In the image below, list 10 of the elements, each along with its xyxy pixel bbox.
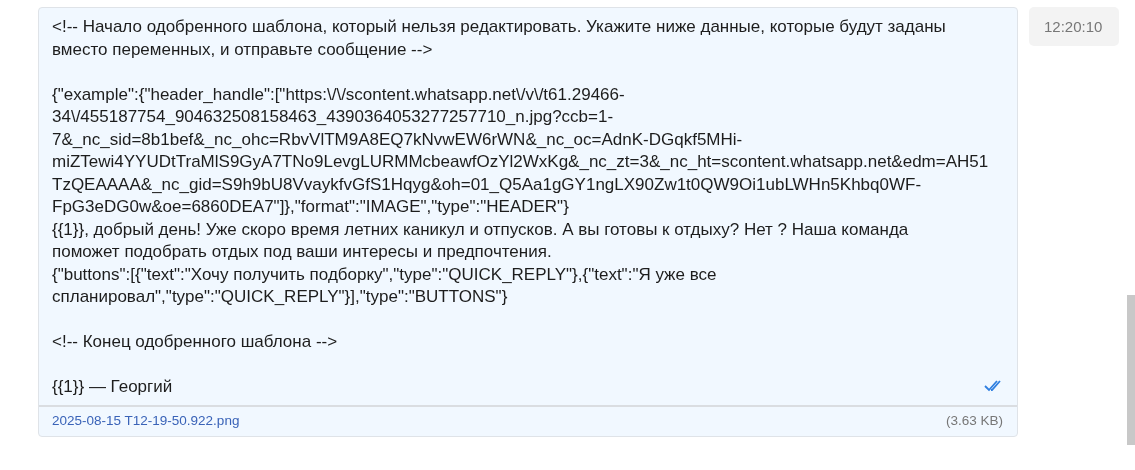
file-size: (3.63 KB): [945, 412, 1003, 428]
message-text: <!-- Конец одобренного шаблона -->: [52, 331, 339, 353]
message-text: {"example":{"header_handle":["https:\/\/scontent.whatsapp.net\/v\/t61.29466- 34\/455187754_904632508158463_4390364053277257710_n.jpg?ccb=1- 7&_nc_sid=8b1bef&_nc_ohc=RbvVlTM9A8EQ7kNvwEW6rWN&_nc_oc=AdnK-DGqkf5MHi- miZTewi4YYUDtTraMlS9GyA7TNo9LevgLURMMcbeawfOzYl2WxKg&_nc_zt=3&_nc_ht=scontent.whatsapp.net&edm=AH51 TzQEAAAA&_nc_gid=S9h9bU8VvaykfvGfS1Hqyg&oh=01_Q5Aa1gGY1ngLX90Zw1t0QW9Oi1ubLWHn5Khbq0WF- FpG3eDG0w&oe=6860DEA7"]},"format":"IMAGE","type":"HEADER"}: [52, 83, 990, 218]
message-text: {{1}} — Георгий: [52, 376, 174, 398]
message-text: {"buttons":[{"text":"Хочу получить подборку","type":"QUICK_REPLY"},{"text":"Я уже все спланировал","type":"QUICK_REPLY"}],"type":"BUTTONS"}: [52, 263, 718, 308]
scrollbar-thumb[interactable]: [1127, 295, 1135, 445]
message-time: 12:20:10: [1029, 7, 1119, 46]
message-text: <!-- Начало одобренного шаблона, который нельзя редактировать. Укажите ниже данные, которые будут заданы вместо переменных, и отправьте сообщение -->: [52, 16, 947, 61]
message-text: {{1}}, добрый день! Уже скоро время летних каникул и отпусков. А вы готовы к отдыху? Нет ? Наша команда поможет подобрать отдых под ваши интересы и предпочтения.: [52, 218, 910, 263]
attachment-link[interactable]: 2025-08-15 T12-19-50.922.png: [52, 412, 240, 428]
